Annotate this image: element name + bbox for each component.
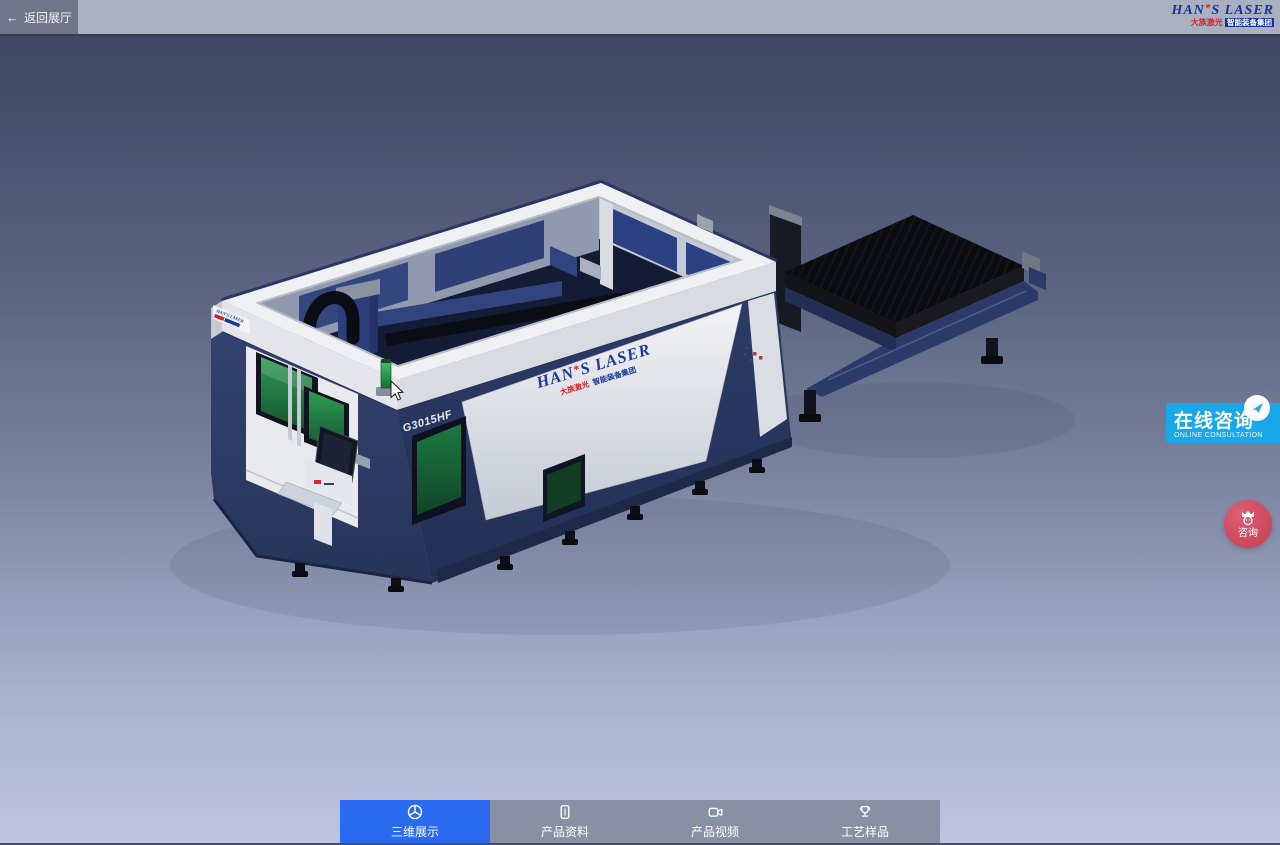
tab-label: 产品资料 bbox=[541, 823, 589, 840]
brand-logo: HAN*S LASER 大族激光 智能装备集团 bbox=[1172, 2, 1274, 28]
tab-label: 三维展示 bbox=[391, 823, 439, 840]
online-consultation-badge[interactable]: 在线咨询 ONLINE CONSULTATION bbox=[1166, 403, 1280, 443]
cube-3d-icon bbox=[406, 804, 424, 821]
trophy-icon bbox=[856, 804, 874, 821]
consultation-title: 在线咨询 bbox=[1174, 406, 1254, 433]
chat-pen-icon bbox=[1244, 395, 1270, 421]
app-window: ← 返回展厅 HAN*S LASER 大族激光 智能装备集团 bbox=[0, 0, 1280, 845]
machine-3d-model[interactable]: HAN'S LASER bbox=[0, 0, 1280, 845]
consult-fab-label: 咨询 bbox=[1238, 524, 1258, 539]
back-button-label: 返回展厅 bbox=[24, 9, 72, 26]
door-handle bbox=[288, 365, 292, 441]
3d-viewport[interactable]: HAN'S LASER bbox=[0, 36, 1280, 845]
tab-process-samples[interactable]: 工艺样品 bbox=[790, 800, 940, 843]
service-crown-icon bbox=[1238, 509, 1258, 525]
tab-product-info[interactable]: 产品资料 bbox=[490, 800, 640, 843]
brand-subtitle: 大族激光 智能装备集团 bbox=[1172, 19, 1274, 28]
back-arrow-icon: ← bbox=[6, 11, 19, 24]
document-icon bbox=[556, 804, 574, 821]
back-button[interactable]: ← 返回展厅 bbox=[0, 0, 78, 34]
top-bar: ← 返回展厅 HAN*S LASER 大族激光 智能装备集团 bbox=[0, 0, 1280, 36]
tab-label: 工艺样品 bbox=[841, 823, 889, 840]
tab-3d-display[interactable]: 三维展示 bbox=[340, 800, 490, 843]
brand-name: HAN*S LASER bbox=[1172, 2, 1274, 18]
video-camera-icon bbox=[706, 804, 725, 821]
tab-product-video[interactable]: 产品视频 bbox=[640, 800, 790, 843]
bottom-tab-bar: 三维展示 产品资料 产品视频 bbox=[340, 800, 940, 843]
consultation-subtitle: ONLINE CONSULTATION bbox=[1174, 432, 1263, 439]
consult-float-button[interactable]: 咨询 bbox=[1224, 500, 1272, 548]
tab-label: 产品视频 bbox=[691, 823, 739, 840]
door-handle bbox=[297, 369, 301, 447]
